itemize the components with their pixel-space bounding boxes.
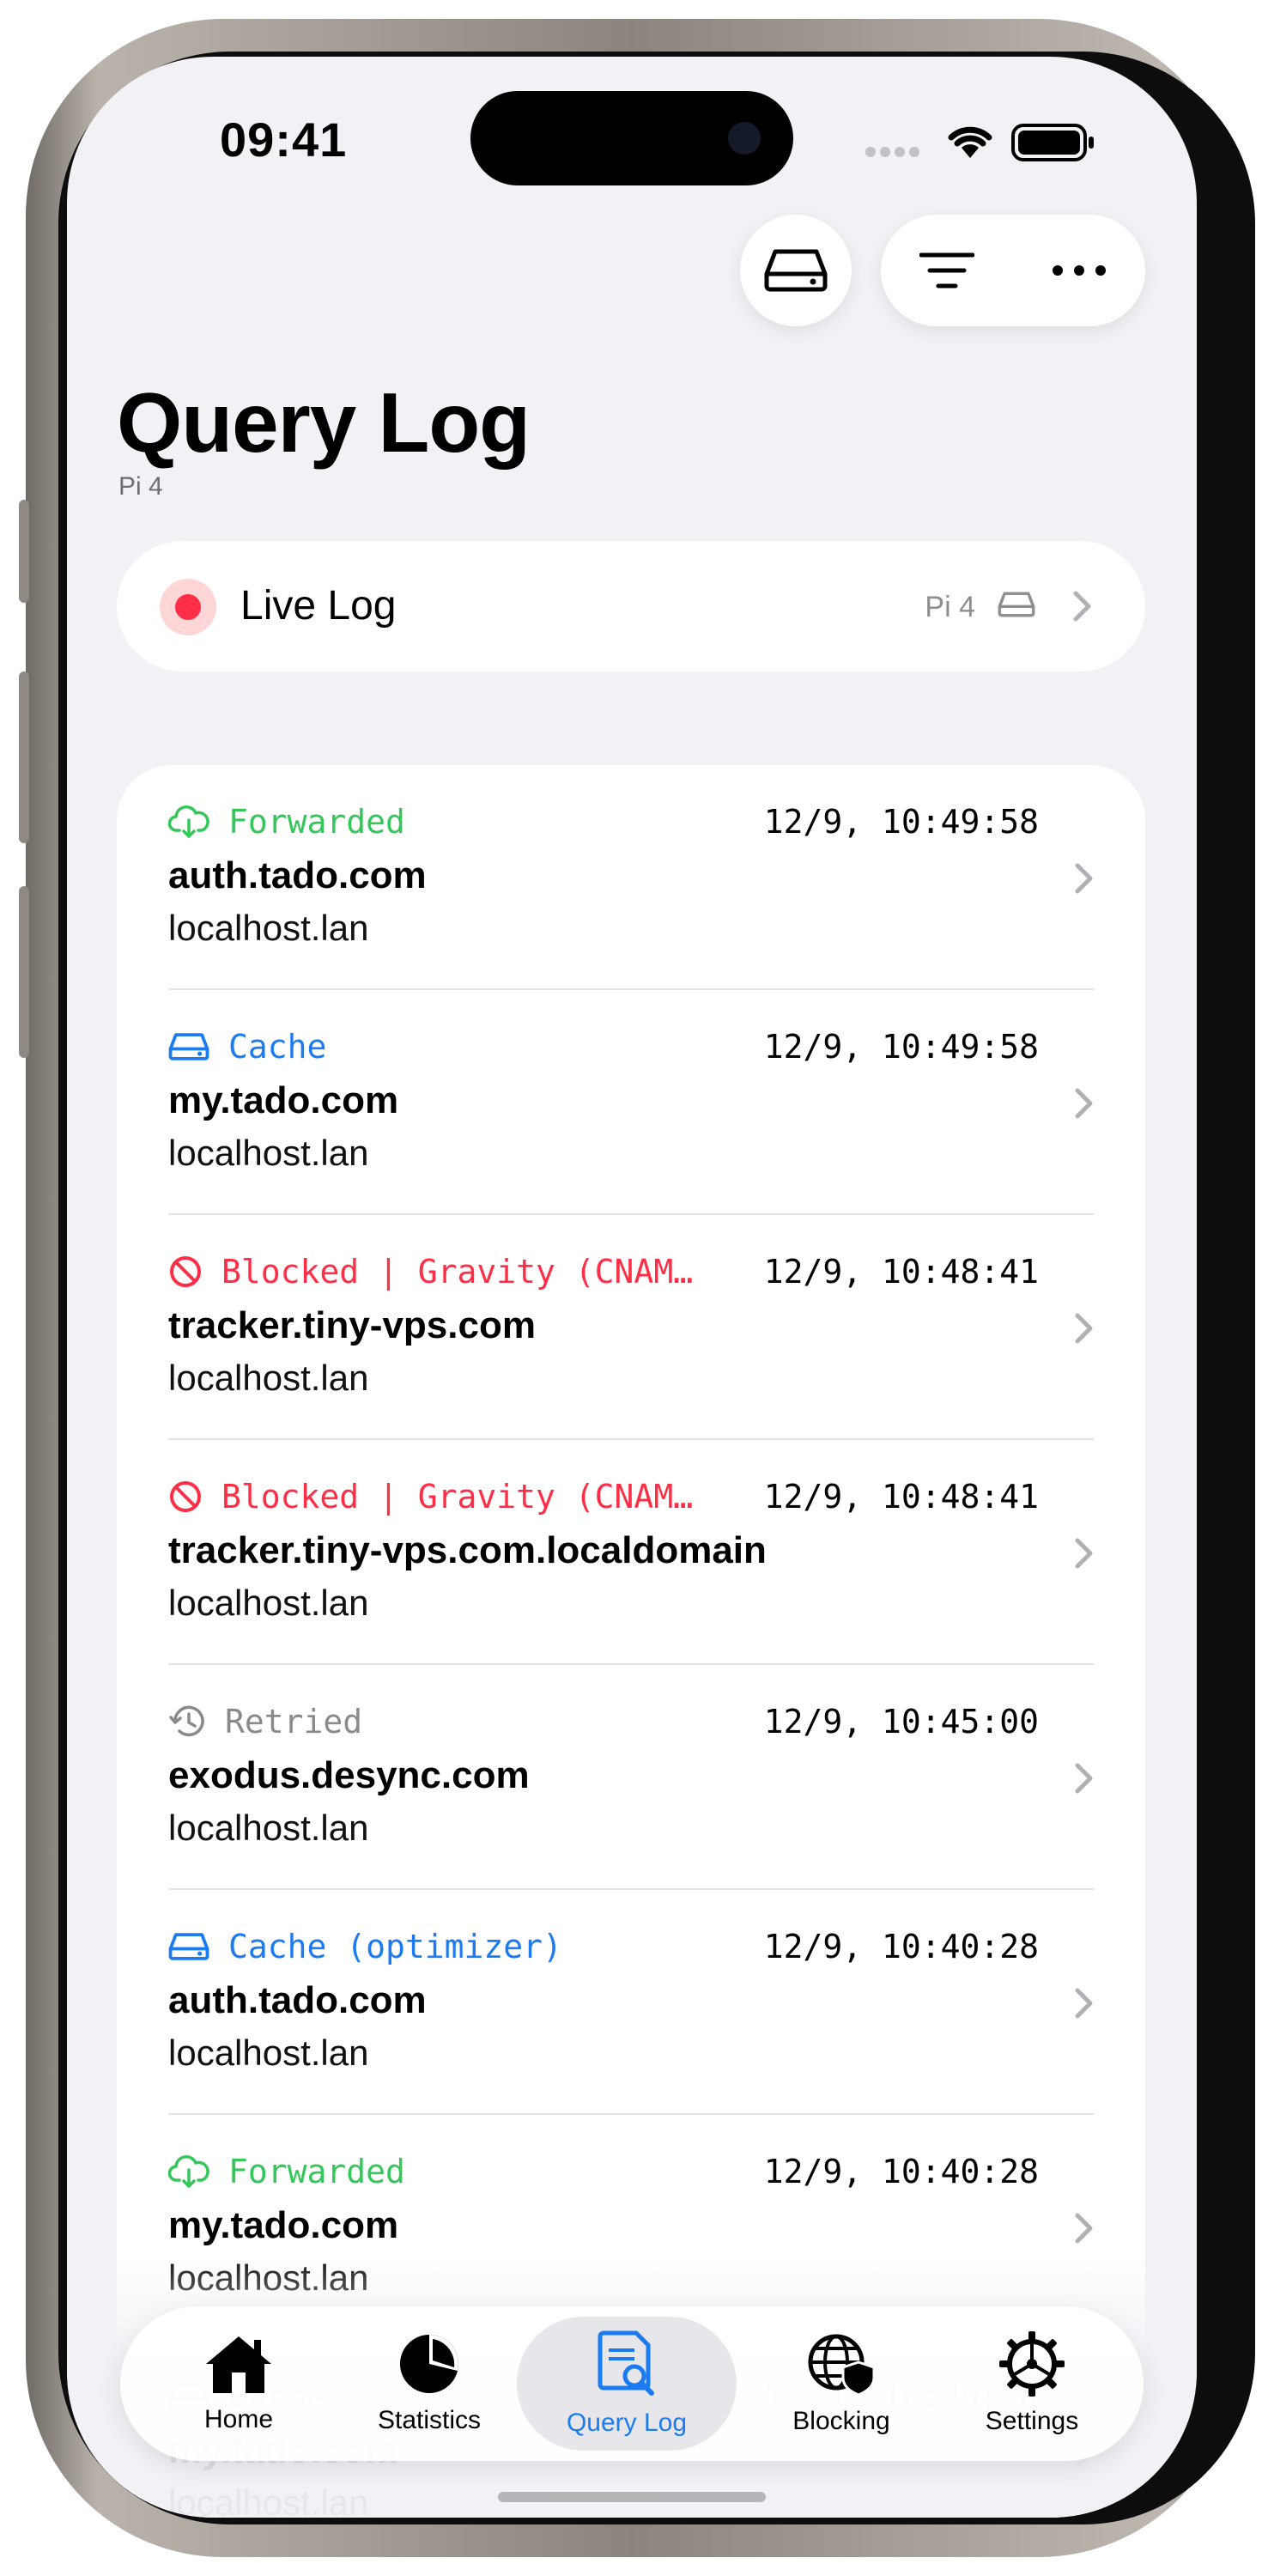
query-timestamp: 12/9, 10:45:00 [763, 1703, 1039, 1741]
page-subtitle: Pi 4 [118, 472, 163, 501]
query-domain: tracker.tiny-vps.com [168, 1304, 536, 1346]
chevron-right-icon [1073, 591, 1091, 622]
query-row[interactable]: Blocked | Gravity (CNAM… 12/9, 10:48:41 tr… [117, 1215, 1145, 1440]
query-status-label: Blocked | Gravity (CNAM… [221, 1253, 694, 1291]
query-client: localhost.lan [168, 1133, 369, 1173]
tab-blocking[interactable]: Blocking [747, 2317, 936, 2451]
chevron-right-icon [1075, 1313, 1093, 1344]
house-icon [206, 2336, 271, 2393]
chevron-right-icon [1075, 2213, 1093, 2244]
ellipsis-icon [1053, 265, 1106, 276]
query-status: Retried [168, 1703, 362, 1741]
volume-up-button [19, 671, 29, 843]
chevron-right-icon [1075, 1988, 1093, 2019]
query-client: localhost.lan [168, 2032, 369, 2073]
query-row[interactable]: Blocked | Gravity (CNAM… 12/9, 10:48:41 tr… [117, 1440, 1145, 1665]
query-status-label: Forwarded [228, 803, 405, 841]
query-timestamp: 12/9, 10:49:58 [763, 803, 1039, 841]
query-status: Forwarded [168, 2153, 405, 2190]
volume-down-button [19, 886, 29, 1058]
query-row[interactable]: Cache 12/9, 10:49:58 my.tado.com localhost.… [117, 990, 1145, 1215]
query-timestamp: 12/9, 10:40:28 [763, 2153, 1039, 2190]
query-domain: my.tado.com [168, 1079, 399, 1121]
live-log-button[interactable]: Live Log Pi 4 [117, 541, 1145, 671]
battery-icon [1011, 124, 1094, 161]
query-client: localhost.lan [168, 1358, 369, 1398]
page-title: Query Log [117, 375, 531, 470]
document-search-icon [598, 2330, 654, 2396]
toolbar-pill [881, 215, 1145, 326]
status-bar: 09:41 [67, 57, 1197, 185]
query-status-label: Forwarded [228, 2153, 405, 2190]
server-drive-icon [168, 1033, 209, 1060]
live-log-label: Live Log [240, 583, 397, 629]
pie-chart-icon [400, 2335, 458, 2393]
chevron-right-icon [1075, 863, 1093, 894]
query-timestamp: 12/9, 10:48:41 [763, 1253, 1039, 1291]
query-status-label: Retried [225, 1703, 363, 1741]
query-status: Cache [168, 1028, 326, 1066]
prohibited-icon [170, 1256, 201, 1287]
tab-bar: Home Statistics Query Log Blocking Setti… [120, 2306, 1144, 2461]
tab-label: Statistics [377, 2406, 482, 2434]
action-button [19, 500, 29, 603]
wifi-icon [948, 126, 992, 158]
query-status-label: Cache (optimizer) [228, 1928, 562, 1965]
cloud-download-icon [168, 2155, 209, 2188]
chevron-right-icon [1075, 1763, 1093, 1794]
tab-label: Home [203, 2405, 274, 2433]
query-timestamp: 12/9, 10:48:41 [763, 1478, 1039, 1516]
history-icon [169, 1705, 204, 1737]
gear-icon [999, 2331, 1065, 2397]
query-status-label: Cache [228, 1028, 327, 1066]
tab-query-log[interactable]: Query Log [517, 2317, 737, 2451]
query-row[interactable]: Forwarded 12/9, 10:49:58 auth.tado.com loca… [117, 765, 1145, 990]
server-drive-icon [998, 592, 1035, 617]
query-row[interactable]: Cache (optimizer) 12/9, 10:40:28 auth.tado… [117, 1890, 1145, 2115]
tab-home[interactable]: Home [144, 2317, 333, 2451]
query-status: Forwarded [168, 803, 405, 841]
query-domain: auth.tado.com [168, 854, 427, 896]
more-button[interactable] [1013, 215, 1145, 326]
query-client: localhost.lan [168, 908, 369, 948]
app-screen: 09:41 Query Log Pi 4 Live Log Pi 4 Forwa… [67, 57, 1197, 2518]
home-indicator [498, 2492, 766, 2502]
tab-settings[interactable]: Settings [937, 2317, 1126, 2451]
query-client: localhost.lan [168, 1807, 369, 1848]
live-indicator-icon [160, 579, 216, 635]
server-drive-icon [168, 1933, 209, 1960]
chevron-right-icon [1075, 1538, 1093, 1569]
cellular-signal-icon [865, 146, 924, 161]
query-row[interactable]: Retried 12/9, 10:45:00 exodus.desync.com lo… [117, 1665, 1145, 1890]
query-status: Blocked | Gravity (CNAM… [168, 1253, 693, 1291]
query-domain: auth.tado.com [168, 1979, 427, 2021]
server-drive-icon [764, 249, 828, 292]
query-status-label: Blocked | Gravity (CNAM… [221, 1478, 694, 1516]
tab-label: Blocking [792, 2407, 890, 2435]
tab-label: Settings [985, 2407, 1079, 2435]
chevron-right-icon [1075, 1088, 1093, 1119]
camera-icon [728, 122, 761, 155]
globe-shield-icon [808, 2334, 876, 2397]
server-select-button[interactable] [740, 215, 852, 326]
filter-lines-icon [919, 252, 974, 289]
query-domain: exodus.desync.com [168, 1754, 530, 1796]
query-domain: tracker.tiny-vps.com.localdomain [168, 1529, 767, 1571]
live-log-server: Pi 4 [925, 591, 975, 623]
query-domain: my.tado.com [168, 2204, 399, 2246]
dynamic-island [470, 91, 793, 185]
tab-statistics[interactable]: Statistics [335, 2317, 524, 2451]
prohibited-icon [170, 1481, 201, 1512]
cloud-download-icon [168, 805, 209, 838]
query-client: localhost.lan [168, 1583, 369, 1623]
status-time: 09:41 [220, 112, 348, 167]
query-timestamp: 12/9, 10:40:28 [763, 1928, 1039, 1965]
tab-label: Query Log [566, 2409, 688, 2437]
query-timestamp: 12/9, 10:49:58 [763, 1028, 1039, 1066]
filter-button[interactable] [881, 215, 1013, 326]
query-status: Cache (optimizer) [168, 1928, 562, 1965]
query-status: Blocked | Gravity (CNAM… [168, 1478, 693, 1516]
